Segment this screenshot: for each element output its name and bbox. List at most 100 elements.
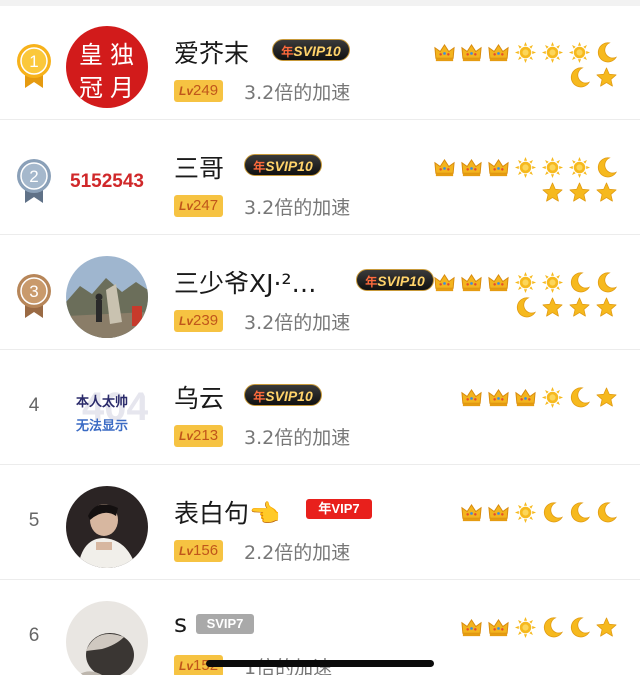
level-badge: Lv249: [174, 80, 224, 102]
vip-label: VIP7: [331, 501, 360, 516]
grade-badges: [424, 155, 620, 205]
speed-text: 3.2倍的加速: [244, 197, 351, 219]
user-name[interactable]: 乌云: [174, 379, 224, 415]
rank-number: 2: [29, 167, 38, 186]
sun-icon: [541, 156, 564, 179]
level-badge: Lv156: [174, 540, 224, 562]
user-avatar[interactable]: [66, 486, 148, 568]
sun-icon: [541, 41, 564, 64]
user-avatar[interactable]: [66, 256, 148, 338]
leaderboard-row[interactable]: 5 表白句👈 年VIP7 Lv156 2.2倍的加速: [0, 466, 640, 580]
leaderboard-row[interactable]: 3 三少爷XJ·²… 年SVIP10 Lv239 3.2倍的加速: [0, 236, 640, 350]
vip-year-mark: 年: [281, 45, 294, 59]
level-prefix: Lv: [179, 544, 194, 558]
crown-icon: [434, 43, 455, 62]
user-name[interactable]: 表白句👈: [174, 494, 280, 530]
rank-medal-icon: 1: [14, 42, 54, 90]
speed-text: 3.2倍的加速: [244, 82, 351, 104]
vip-label: SVIP7: [206, 616, 244, 631]
sun-icon: [514, 501, 537, 524]
crown-icon: [461, 618, 482, 637]
vip-year-mark: 年: [253, 390, 266, 404]
crown-icon: [461, 503, 482, 522]
home-indicator[interactable]: [206, 660, 434, 667]
level-prefix: Lv: [179, 429, 194, 443]
user-avatar[interactable]: 皇独冠月: [66, 26, 148, 108]
crown-icon: [434, 273, 455, 292]
level-value: 213: [193, 427, 219, 444]
rank-number: 1: [29, 52, 38, 71]
vip-badge[interactable]: 年SVIP10: [244, 384, 322, 406]
crown-icon: [461, 158, 482, 177]
speed-text: 2.2倍的加速: [244, 542, 351, 564]
moon-icon: [597, 502, 618, 523]
grade-badges: [424, 385, 620, 410]
leaderboard-row[interactable]: 2 5152543 三哥 年SVIP10 Lv247 3.2倍的加速: [0, 121, 640, 235]
vip-label: SVIP10: [265, 158, 313, 174]
grade-badges: [424, 40, 620, 90]
crown-icon: [461, 273, 482, 292]
user-avatar[interactable]: 5152543: [66, 141, 148, 223]
sun-icon: [541, 386, 564, 409]
sun-icon: [514, 41, 537, 64]
crown-icon: [488, 43, 509, 62]
vip-badge[interactable]: SVIP7: [196, 614, 254, 634]
level-prefix: Lv: [179, 659, 194, 673]
avatar-photo: [66, 486, 148, 568]
moon-icon: [570, 502, 591, 523]
vip-badge[interactable]: 年SVIP10: [244, 154, 322, 176]
user-name[interactable]: 爱芥末: [174, 34, 249, 70]
moon-icon: [570, 617, 591, 638]
sun-icon: [514, 156, 537, 179]
user-avatar[interactable]: 404 本人太帅 无法显示: [66, 371, 148, 453]
star-icon: [569, 182, 590, 202]
crown-icon: [461, 43, 482, 62]
leaderboard-row[interactable]: 4 404 本人太帅 无法显示 乌云 年SVIP10 Lv213 3.2倍的加速: [0, 351, 640, 465]
level-prefix: Lv: [179, 314, 194, 328]
user-avatar[interactable]: [66, 601, 148, 675]
speed-text: 3.2倍的加速: [244, 312, 351, 334]
level-badge: Lv239: [174, 310, 224, 332]
star-icon: [542, 182, 563, 202]
sun-icon: [514, 616, 537, 639]
moon-icon: [597, 42, 618, 63]
level-value: 249: [193, 82, 219, 99]
avatar-calligraphy: 皇: [79, 41, 103, 69]
crown-icon: [488, 273, 509, 292]
rank-medal-icon: 2: [14, 157, 54, 205]
moon-icon: [570, 67, 591, 88]
star-icon: [569, 297, 590, 317]
moon-icon: [597, 157, 618, 178]
vip-badge[interactable]: 年SVIP10: [356, 269, 434, 291]
level-value: 239: [193, 312, 219, 329]
star-icon: [596, 297, 617, 317]
crown-icon: [488, 618, 509, 637]
leaderboard-row[interactable]: 1 皇独冠月爱芥末 年SVIP10 Lv249 3.2倍的加速: [0, 6, 640, 120]
crown-icon: [488, 158, 509, 177]
level-prefix: Lv: [179, 199, 194, 213]
user-name[interactable]: 三少爷XJ·²…: [174, 264, 316, 300]
star-icon: [596, 387, 617, 407]
grade-badges: [424, 615, 620, 640]
avatar-calligraphy: 独: [110, 41, 134, 69]
avatar-caption: 无法显示: [76, 419, 129, 434]
sun-icon: [541, 271, 564, 294]
sun-icon: [514, 271, 537, 294]
avatar-photo: [66, 256, 148, 338]
level-badge: Lv247: [174, 195, 224, 217]
crown-icon: [488, 388, 509, 407]
crown-icon: [488, 503, 509, 522]
vip-badge[interactable]: 年SVIP10: [272, 39, 350, 61]
vip-year-mark: 年: [253, 160, 266, 174]
rank-medal-icon: 3: [14, 272, 54, 320]
avatar-calligraphy: 冠: [79, 74, 103, 102]
user-name[interactable]: s: [174, 609, 187, 638]
star-icon: [596, 182, 617, 202]
user-name[interactable]: 三哥: [174, 149, 224, 185]
level-value: 247: [193, 197, 219, 214]
sun-icon: [568, 41, 591, 64]
star-icon: [542, 297, 563, 317]
vip-badge[interactable]: 年VIP7: [306, 499, 372, 519]
sun-icon: [568, 156, 591, 179]
avatar-calligraphy: 月: [110, 74, 134, 102]
